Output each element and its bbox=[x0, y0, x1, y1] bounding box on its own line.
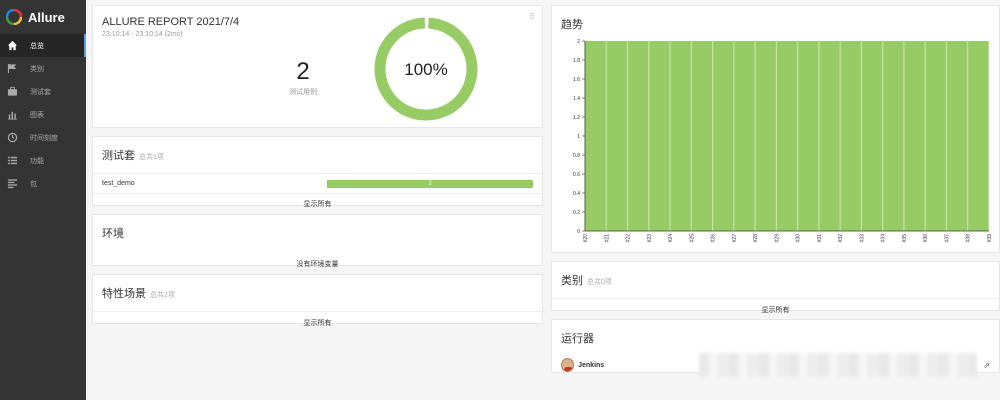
trend-x-tick-label: #30 bbox=[796, 234, 802, 243]
trend-y-tick-label: 0.2 bbox=[573, 210, 580, 216]
categories-subtitle: 总共0项 bbox=[587, 279, 612, 286]
test-case-count: 2 bbox=[296, 58, 310, 85]
drag-handle-icon[interactable]: ⠿ bbox=[529, 12, 535, 21]
features-subtitle: 总共2项 bbox=[150, 292, 175, 299]
nav-item-label: 类别 bbox=[30, 65, 44, 73]
environment-title: 环境 bbox=[102, 228, 124, 240]
trend-x-tick-label: #32 bbox=[838, 234, 844, 243]
trend-y-tick-label: 1.2 bbox=[573, 115, 580, 121]
trend-y-tick-label: 0.8 bbox=[573, 153, 580, 159]
allure-logo-icon bbox=[6, 9, 22, 25]
pass-rate-percent: 100% bbox=[404, 60, 447, 79]
trend-area-passed bbox=[585, 41, 989, 231]
trend-chart[interactable]: 0 0.2 0.4 0.6 0.8 1 1.2 1.4 1.6 1.8 2 #20 #21 #22 #23 #… bbox=[552, 34, 999, 250]
trend-x-tick-label: #33 bbox=[859, 234, 865, 243]
features-widget: 特性场景 总共2项 显示所有 bbox=[92, 274, 543, 327]
trend-widget: 趋势 0 0.2 0.4 0.6 0.8 1 1.2 1.4 1.6 1.8 2 #20 #21 #22 #… bbox=[551, 5, 1000, 253]
list-icon bbox=[7, 155, 18, 166]
trend-y-tick-label: 1 bbox=[577, 134, 580, 140]
nav-item-packages[interactable]: 包 bbox=[0, 172, 86, 195]
suite-name: test_demo bbox=[102, 180, 135, 187]
briefcase-icon bbox=[7, 86, 18, 97]
categories-title: 类别 bbox=[561, 275, 583, 287]
features-title: 特性场景 bbox=[102, 288, 146, 300]
executor-name: Jenkins bbox=[578, 361, 605, 369]
summary-widget: ALLURE REPORT 2021/7/4 23:10:14 - 23:10:… bbox=[92, 5, 543, 128]
executors-title: 运行器 bbox=[561, 333, 594, 345]
nav-item-label: 时间刻度 bbox=[30, 134, 58, 142]
trend-y-tick-label: 0 bbox=[577, 229, 580, 235]
trend-x-tick-label: #34 bbox=[881, 234, 887, 243]
redacted-area bbox=[699, 353, 978, 377]
trend-x-tick-label: #37 bbox=[944, 234, 950, 243]
trend-x-tick-label: #26 bbox=[711, 234, 717, 243]
nav-item-categories[interactable]: 类别 bbox=[0, 57, 86, 80]
trend-y-tick-label: 2 bbox=[577, 39, 580, 45]
suite-status-bar: 2 bbox=[327, 179, 533, 188]
nav-item-label: 总览 bbox=[30, 42, 44, 50]
suites-show-all-link[interactable]: 显示所有 bbox=[93, 199, 542, 209]
suites-widget: 测试套 总共1项 test_demo 2 显示所有 bbox=[92, 136, 543, 209]
features-show-all-link[interactable]: 显示所有 bbox=[93, 318, 542, 328]
nav-item-graphs[interactable]: 图表 bbox=[0, 103, 86, 126]
trend-x-tick-label: #24 bbox=[668, 234, 674, 243]
table-row[interactable]: test_demo 2 bbox=[93, 174, 542, 194]
trend-y-tick-label: 0.6 bbox=[573, 172, 580, 178]
list-item[interactable]: Jenkins ⇗ bbox=[552, 350, 999, 380]
align-left-icon bbox=[7, 178, 18, 189]
pass-rate-donut[interactable]: 100% bbox=[373, 16, 479, 122]
trend-x-tick-label: #38 bbox=[966, 234, 972, 243]
sidebar: Allure 总览 类别 测试套 图表 时间刻度 功能 包 bbox=[0, 0, 86, 400]
trend-x-tick-label: #27 bbox=[732, 234, 738, 243]
home-icon bbox=[7, 40, 18, 51]
app-name: Allure bbox=[28, 9, 65, 25]
nav-item-label: 包 bbox=[30, 180, 37, 188]
nav-item-overview[interactable]: 总览 bbox=[0, 34, 86, 57]
nav-item-label: 功能 bbox=[30, 157, 44, 165]
nav-item-behaviors[interactable]: 功能 bbox=[0, 149, 86, 172]
report-title: ALLURE REPORT 2021/7/4 bbox=[102, 16, 240, 28]
nav-item-suites[interactable]: 测试套 bbox=[0, 80, 86, 103]
bar-chart-icon bbox=[7, 109, 18, 120]
trend-x-tick-label: #25 bbox=[689, 234, 695, 243]
test-case-count-label: 测试用例 bbox=[289, 89, 317, 96]
brand[interactable]: Allure bbox=[0, 0, 86, 34]
environment-widget: 环境 没有环境变量 bbox=[92, 214, 543, 268]
trend-y-tick-label: 1.6 bbox=[573, 77, 580, 83]
trend-x-tick-label: #28 bbox=[753, 234, 759, 243]
trend-y-tick-label: 0.4 bbox=[573, 191, 580, 197]
executors-widget: 运行器 Jenkins ⇗ bbox=[551, 319, 1000, 377]
trend-x-tick-label: #22 bbox=[626, 234, 632, 243]
jenkins-avatar-icon bbox=[561, 358, 575, 372]
nav-item-label: 图表 bbox=[30, 111, 44, 119]
suites-subtitle: 总共1项 bbox=[139, 154, 164, 161]
trend-y-tick-label: 1.8 bbox=[573, 58, 580, 64]
environment-empty-message: 没有环境变量 bbox=[296, 261, 339, 268]
trend-x-tick-label: #31 bbox=[817, 234, 823, 243]
trend-x-tick-label: #20 bbox=[583, 234, 589, 243]
trend-x-tick-label: #23 bbox=[647, 234, 653, 243]
nav-item-label: 测试套 bbox=[30, 88, 51, 96]
suites-title: 测试套 bbox=[102, 150, 135, 162]
categories-widget: 类别 总共0项 显示所有 bbox=[551, 261, 1000, 314]
clock-icon bbox=[7, 132, 18, 143]
external-link-icon[interactable]: ⇗ bbox=[983, 361, 990, 370]
trend-x-tick-label: #39 bbox=[987, 234, 993, 243]
trend-title: 趋势 bbox=[561, 19, 583, 31]
flag-icon bbox=[7, 63, 18, 74]
trend-x-tick-label: #21 bbox=[604, 234, 610, 243]
trend-y-tick-label: 1.4 bbox=[573, 96, 580, 102]
trend-x-tick-label: #29 bbox=[774, 234, 780, 243]
trend-x-tick-label: #36 bbox=[923, 234, 929, 243]
report-time: 23:10:14 - 23:10:14 (2ms) bbox=[102, 31, 183, 38]
trend-x-tick-label: #35 bbox=[902, 234, 908, 243]
nav-item-timeline[interactable]: 时间刻度 bbox=[0, 126, 86, 149]
categories-show-all-link[interactable]: 显示所有 bbox=[552, 305, 999, 315]
